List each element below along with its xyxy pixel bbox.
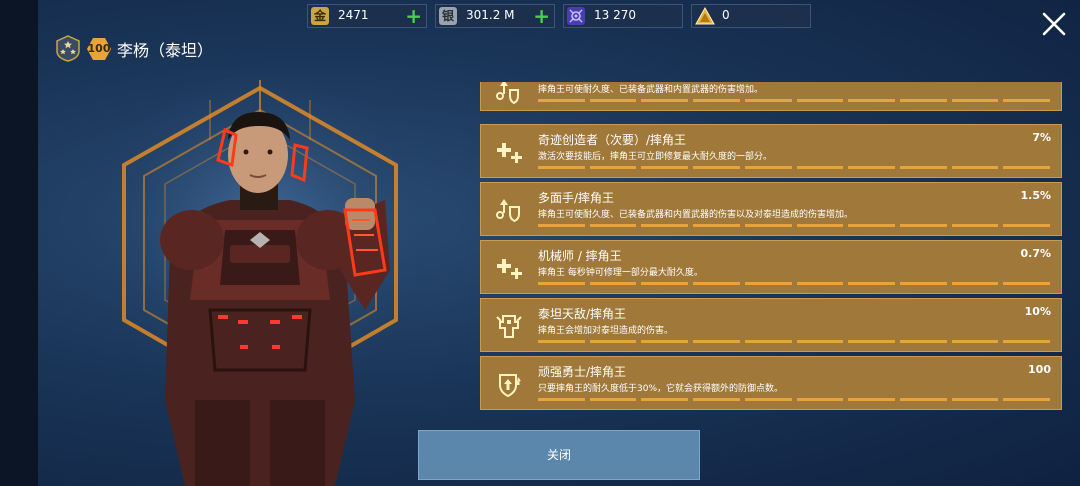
silver-value: 301.2 M <box>466 8 515 22</box>
skill-progress <box>538 224 1051 227</box>
silver-coin-icon: 银 <box>439 7 457 25</box>
titan-slayer-icon <box>496 315 522 338</box>
skill-title: 奇迹创造者（次要）/摔角王 <box>538 133 687 147</box>
silver-counter[interactable]: 银 301.2 M + <box>435 4 555 28</box>
damage-boost-icon <box>496 199 520 223</box>
skill-title: 顽强勇士/摔角王 <box>538 365 627 379</box>
add-silver-button[interactable]: + <box>533 4 550 28</box>
skill-progress <box>538 340 1051 343</box>
skill-card[interactable]: 奇迹创造者（次要）/摔角王 7% 激活次要技能后，摔角王可立即修复最大耐久度的一… <box>480 124 1062 178</box>
key-hex-icon <box>567 7 585 25</box>
close-button[interactable]: 关闭 <box>418 430 700 480</box>
rank-badge-icon <box>56 35 80 62</box>
damage-boost-icon <box>496 82 519 104</box>
repair-plus-icon <box>497 259 522 279</box>
skill-card[interactable]: 摔角王可使耐久度、已装备武器和内置武器的伤害增加。 <box>480 82 1062 111</box>
token-counter[interactable]: 0 <box>691 4 811 28</box>
skill-title: 机械师 / 摔角王 <box>538 249 622 263</box>
skill-value: 10% <box>1024 305 1051 318</box>
skill-card[interactable]: 多面手/摔角王 1.5% 摔角王可使耐久度、已装备武器和内置武器的伤害以及对泰坦… <box>480 182 1062 236</box>
keys-counter[interactable]: 13 270 <box>563 4 683 28</box>
skill-progress <box>538 99 1051 102</box>
shield-up-icon <box>499 374 521 397</box>
skill-description: 摔角王可使耐久度、已装备武器和内置武器的伤害增加。 <box>538 85 764 95</box>
pilot-name: 李杨（泰坦） <box>117 41 214 60</box>
skill-description: 摔角王会增加对泰坦造成的伤害。 <box>538 326 674 336</box>
repair-plus-icon <box>497 143 522 163</box>
skill-list[interactable]: 摔角王可使耐久度、已装备武器和内置武器的伤害增加。 奇迹创造者（次要）/摔角王 … <box>480 82 1062 414</box>
skill-title: 多面手/摔角王 <box>538 191 615 205</box>
skill-progress <box>538 166 1051 169</box>
triangle-token-icon <box>695 6 715 25</box>
gold-value: 2471 <box>338 8 369 22</box>
level-value: 100 <box>87 42 111 55</box>
screen-edge <box>0 0 38 486</box>
skill-value: 0.7% <box>1020 247 1051 260</box>
skill-card[interactable]: 顽强勇士/摔角王 100 只要摔角王的耐久度低于30%，它就会获得额外的防御点数… <box>480 356 1062 410</box>
skill-card[interactable]: 泰坦天敌/摔角王 10% 摔角王会增加对泰坦造成的伤害。 <box>480 298 1062 352</box>
skill-description: 摔角王可使耐久度、已装备武器和内置武器的伤害以及对泰坦造成的伤害增加。 <box>538 210 854 220</box>
skill-value: 1.5% <box>1020 189 1051 202</box>
skill-progress <box>538 282 1051 285</box>
keys-value: 13 270 <box>594 8 636 22</box>
skill-description: 只要摔角王的耐久度低于30%，它就会获得额外的防御点数。 <box>538 384 784 394</box>
level-badge: 100 <box>86 37 112 61</box>
gold-coin-icon: 金 <box>311 7 329 25</box>
token-value: 0 <box>722 8 730 22</box>
skill-progress <box>538 398 1051 401</box>
close-icon[interactable] <box>1040 10 1068 38</box>
skill-description: 激活次要技能后，摔角王可立即修复最大耐久度的一部分。 <box>538 152 773 162</box>
add-gold-button[interactable]: + <box>405 4 422 28</box>
skill-card[interactable]: 机械师 / 摔角王 0.7% 摔角王 每秒钟可修理一部分最大耐久度。 <box>480 240 1062 294</box>
skill-value: 7% <box>1032 131 1051 144</box>
skill-value: 100 <box>1028 363 1051 376</box>
pilot-portrait <box>100 75 430 486</box>
skill-description: 摔角王 每秒钟可修理一部分最大耐久度。 <box>538 268 703 278</box>
skill-title: 泰坦天敌/摔角王 <box>538 307 627 321</box>
gold-counter[interactable]: 金 2471 + <box>307 4 427 28</box>
